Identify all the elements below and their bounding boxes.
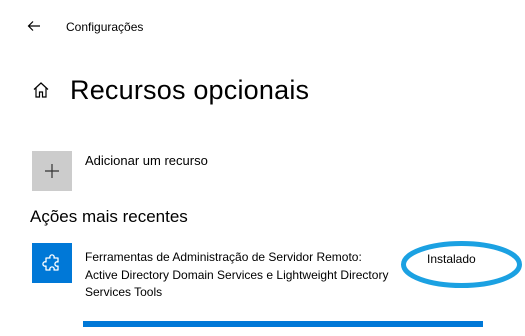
puzzle-icon bbox=[42, 254, 59, 271]
back-arrow-icon bbox=[27, 21, 40, 31]
recent-actions-heading: Ações mais recentes bbox=[30, 207, 188, 226]
action-status: Instalado bbox=[427, 252, 476, 266]
action-name: Ferramentas de Administração de Servidor… bbox=[85, 250, 362, 264]
install-progress-bar bbox=[83, 321, 483, 327]
add-tile bbox=[32, 151, 72, 191]
window-title: Configurações bbox=[66, 20, 144, 34]
back-button[interactable] bbox=[22, 14, 46, 38]
page-title: Recursos opcionais bbox=[70, 74, 310, 105]
install-progress-fill bbox=[83, 321, 483, 327]
title-bar: Configurações bbox=[0, 0, 525, 56]
page-header: Recursos opcionais bbox=[30, 70, 309, 110]
add-feature-label: Adicionar um recurso bbox=[85, 153, 208, 168]
action-detail: Active Directory Domain Services e Light… bbox=[85, 268, 389, 299]
home-icon[interactable] bbox=[30, 79, 52, 101]
add-feature-button[interactable]: Adicionar um recurso bbox=[32, 151, 208, 191]
action-icon-tile bbox=[32, 243, 72, 283]
plus-icon bbox=[45, 164, 59, 178]
